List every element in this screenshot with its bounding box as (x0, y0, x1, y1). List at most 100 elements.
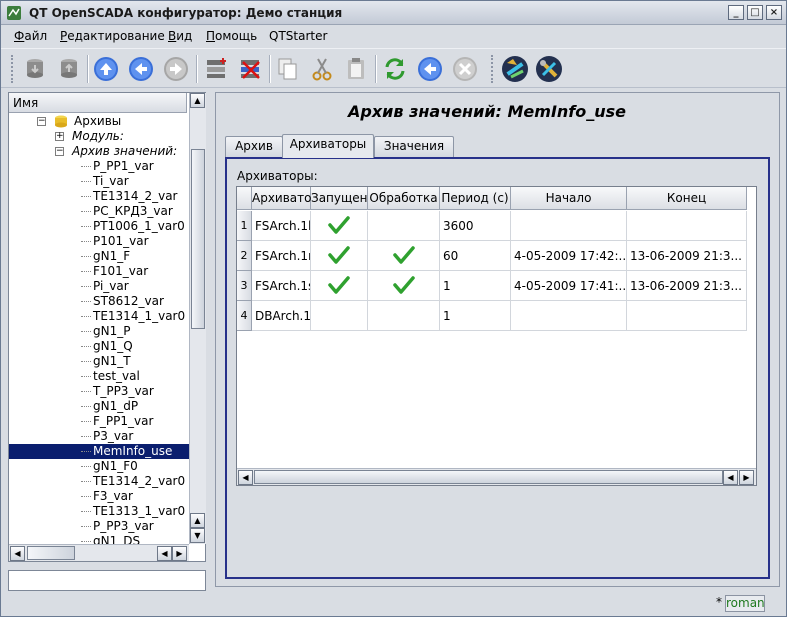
menu-item[interactable]: Вид (168, 29, 192, 43)
table-cell[interactable] (368, 271, 440, 301)
copy-icon[interactable] (273, 54, 303, 84)
table-cell[interactable]: 3600 (440, 211, 511, 241)
tree-item[interactable]: F101_var (9, 264, 189, 279)
maximize-button[interactable]: □ (747, 5, 763, 20)
scroll-right-button[interactable]: ▶ (172, 546, 187, 561)
table-cell[interactable]: DBArch.1s (252, 301, 311, 331)
expand-icon[interactable]: + (55, 132, 64, 141)
tree-item[interactable]: + Модуль: (9, 129, 189, 144)
scroll-left-button[interactable]: ◀ (723, 470, 738, 485)
forward-arrow-icon[interactable] (161, 54, 191, 84)
table-cell[interactable] (368, 301, 440, 331)
tree-item[interactable]: TE1314_2_var0 (9, 474, 189, 489)
tree-item[interactable]: F3_var (9, 489, 189, 504)
collapse-icon[interactable]: − (37, 117, 46, 126)
scroll-left-button[interactable]: ◀ (157, 546, 172, 561)
back-arrow-icon[interactable] (126, 54, 156, 84)
tree-item[interactable]: gN1_T (9, 354, 189, 369)
collapse-icon[interactable]: − (55, 147, 64, 156)
navigation-tree[interactable]: − Архивы + Модуль: − Архив значений: P_PP1_var… (9, 114, 189, 544)
table-cell[interactable]: 4-05-2009 17:42:... (511, 241, 627, 271)
tree-vertical-scrollbar[interactable]: ▲ ▲ ▼ (189, 93, 206, 544)
tree-item[interactable]: − Архивы (9, 114, 189, 129)
table-cell[interactable]: FSArch.1s (252, 271, 311, 301)
menu-item[interactable]: Редактирование (60, 29, 165, 43)
column-header[interactable]: Конец (627, 187, 747, 210)
table-cell[interactable]: 1 (440, 301, 511, 331)
scroll-down-button[interactable]: ▼ (190, 528, 205, 543)
tab-archivers[interactable]: Архиваторы (282, 134, 374, 158)
table-cell[interactable] (368, 241, 440, 271)
table-cell[interactable] (311, 211, 368, 241)
row-header[interactable]: 3 (237, 271, 252, 301)
menu-item[interactable]: QTStarter (269, 29, 327, 43)
title-bar[interactable]: QT OpenSCADA конфигуратор: Демо станция … (1, 1, 786, 25)
tree-item[interactable]: gN1_DS (9, 534, 189, 544)
table-cell[interactable] (311, 271, 368, 301)
scroll-up-button[interactable]: ▲ (190, 93, 205, 108)
close-button[interactable]: × (766, 5, 782, 20)
scroll-left-button[interactable]: ◀ (238, 470, 253, 485)
row-header[interactable]: 1 (237, 211, 252, 241)
tree-item[interactable]: P3_var (9, 429, 189, 444)
scroll-thumb[interactable] (191, 149, 205, 329)
tree-item[interactable]: gN1_F0 (9, 459, 189, 474)
menu-item[interactable]: Файл (14, 29, 47, 43)
tree-item[interactable]: gN1_F (9, 249, 189, 264)
scroll-thumb[interactable] (27, 546, 75, 560)
table-cell[interactable]: FSArch.1m (252, 241, 311, 271)
tree-item[interactable]: PC_КРД3_var (9, 204, 189, 219)
table-corner[interactable] (237, 187, 252, 210)
refresh-icon[interactable] (380, 54, 410, 84)
table-cell[interactable]: 1 (440, 271, 511, 301)
tree-item[interactable]: Pi_var (9, 279, 189, 294)
tree-item[interactable]: − Архив значений: (9, 144, 189, 159)
row-header[interactable]: 2 (237, 241, 252, 271)
cut-icon[interactable] (307, 54, 337, 84)
tree-header[interactable]: Имя (9, 93, 187, 113)
tree-item[interactable]: P_PP1_var (9, 159, 189, 174)
db-save-icon[interactable] (54, 54, 84, 84)
scroll-left-button[interactable]: ◀ (10, 546, 25, 561)
tree-item[interactable]: PT1006_1_var0 (9, 219, 189, 234)
tree-item[interactable]: TE1314_1_var0 (9, 309, 189, 324)
table-cell[interactable]: 13-06-2009 21:3... (627, 241, 747, 271)
column-header[interactable]: Обработка (368, 187, 440, 210)
table-horizontal-scrollbar[interactable]: ◀ ◀ ▶ (237, 468, 756, 485)
archivers-table[interactable]: Архиватор Запущен Обработка Период (с) Начал… (236, 186, 757, 486)
tree-item[interactable]: P_PP3_var (9, 519, 189, 534)
tree-item-selected[interactable]: MemInfo_use (9, 444, 189, 459)
scroll-up-button[interactable]: ▲ (190, 513, 205, 528)
table-cell[interactable] (511, 211, 627, 241)
tree-item[interactable]: TE1314_2_var (9, 189, 189, 204)
tree-item[interactable]: Ti_var (9, 174, 189, 189)
table-cell[interactable] (311, 301, 368, 331)
tab-archive[interactable]: Архив (225, 136, 283, 157)
scroll-thumb[interactable] (254, 470, 723, 484)
column-header[interactable]: Период (с) (440, 187, 511, 210)
column-header[interactable]: Запущен (311, 187, 368, 210)
paste-icon[interactable] (341, 54, 371, 84)
tree-item[interactable]: gN1_P (9, 324, 189, 339)
add-item-icon[interactable] (201, 54, 231, 84)
tree-item[interactable]: gN1_dP (9, 399, 189, 414)
tree-filter-input[interactable] (8, 570, 206, 591)
db-load-icon[interactable] (20, 54, 50, 84)
tree-item[interactable]: T_PP3_var (9, 384, 189, 399)
table-cell[interactable]: 60 (440, 241, 511, 271)
stop-icon[interactable] (450, 54, 480, 84)
tree-item[interactable]: ST8612_var (9, 294, 189, 309)
table-cell[interactable] (627, 211, 747, 241)
ui-vision-icon[interactable] (500, 54, 530, 84)
scroll-right-button[interactable]: ▶ (739, 470, 754, 485)
toolbar-grip[interactable] (491, 55, 495, 83)
row-header[interactable]: 4 (237, 301, 252, 331)
delete-item-icon[interactable] (235, 54, 265, 84)
column-header[interactable]: Архиватор (252, 187, 319, 210)
table-cell[interactable]: 13-06-2009 21:3... (627, 271, 747, 301)
table-cell[interactable]: FSArch.1h (252, 211, 311, 241)
table-cell[interactable] (511, 301, 627, 331)
tree-item[interactable]: gN1_Q (9, 339, 189, 354)
ui-development-icon[interactable] (534, 54, 564, 84)
up-arrow-icon[interactable] (91, 54, 121, 84)
